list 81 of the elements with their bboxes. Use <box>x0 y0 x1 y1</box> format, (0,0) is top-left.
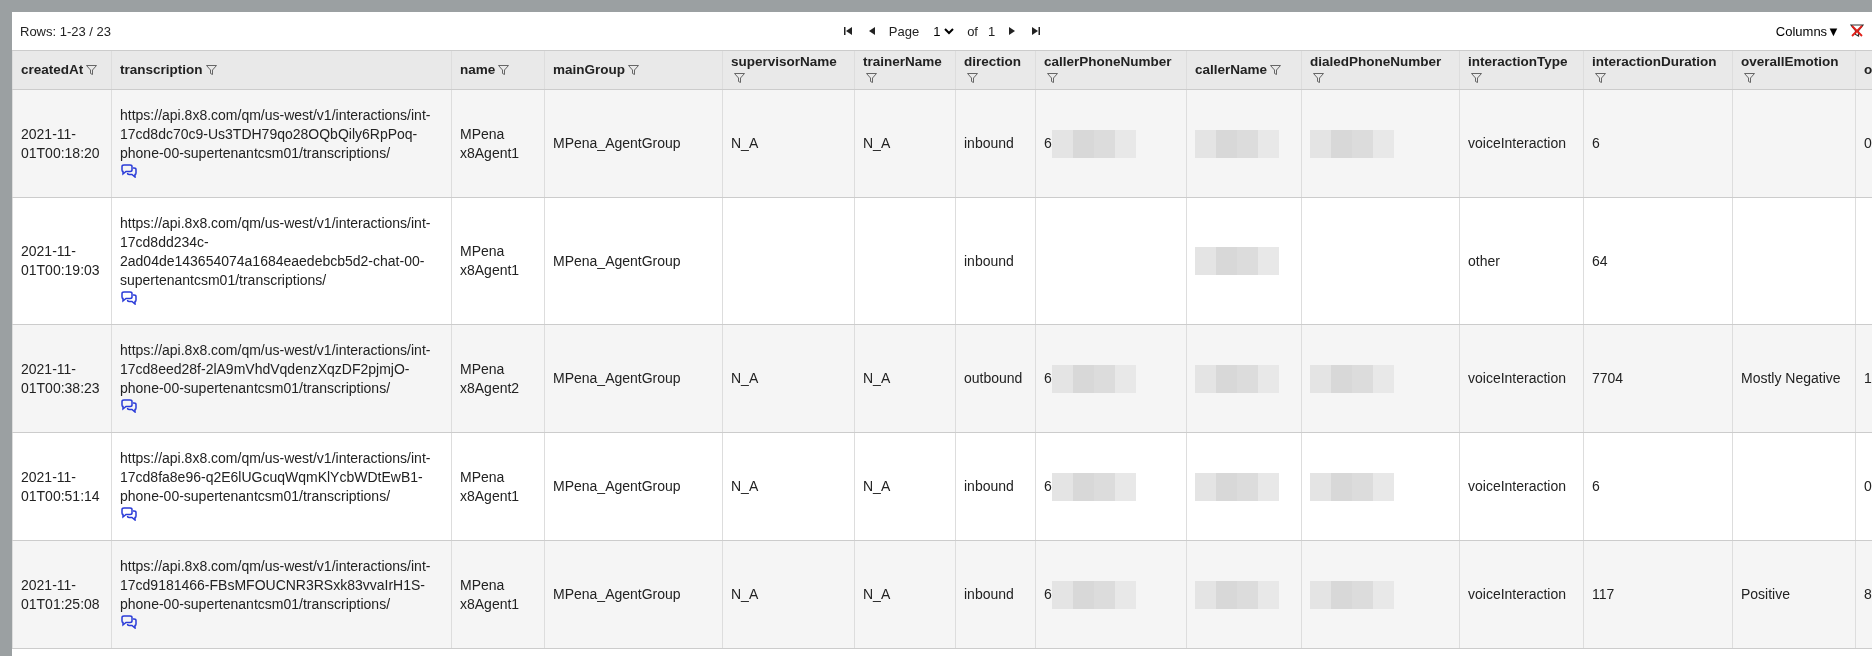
table-cell: 2021-11-01T00:18:20 <box>21 125 100 161</box>
filter-icon[interactable] <box>1270 65 1282 76</box>
table-cell: 2021-11-01T00:19:03 <box>21 243 100 278</box>
table-cell: inbound <box>964 135 1014 151</box>
table-cell: N_A <box>731 478 759 494</box>
column-header[interactable]: mainGroup <box>553 62 625 77</box>
filter-icon[interactable] <box>1471 73 1482 84</box>
table-cell: 8 <box>1864 586 1872 602</box>
chat-icon[interactable] <box>120 507 138 524</box>
table-cell: voiceInteraction <box>1468 370 1567 386</box>
table-cell: N_A <box>863 370 891 386</box>
table-cell: 1 <box>1864 370 1872 386</box>
column-header[interactable]: name <box>460 62 496 77</box>
chat-icon[interactable] <box>120 291 138 308</box>
table-cell: Mostly Negative <box>1741 370 1841 386</box>
table-cell: 2021-11-01T00:38:23 <box>21 360 100 396</box>
table-cell: 7704 <box>1592 370 1624 386</box>
table-cell: https://api.8x8.com/qm/us-west/v1/interactions/int-17cd8dc70c9-Us3TDH79qo28OQbQily6RpPoq-phone-00-supertenantcsm01/transcriptions/ <box>120 107 431 161</box>
filter-icon[interactable] <box>1313 73 1324 84</box>
chat-icon[interactable] <box>120 399 138 416</box>
table-cell: 6 <box>1044 134 1052 153</box>
filter-icon[interactable] <box>866 73 877 84</box>
page-count: 1 <box>988 23 996 39</box>
filter-icon[interactable] <box>86 65 98 76</box>
table-cell: outbound <box>964 370 1023 386</box>
clear-filter-icon[interactable] <box>1850 24 1864 38</box>
table-cell: voiceInteraction <box>1468 478 1567 494</box>
table-cell: N_A <box>731 586 759 602</box>
rows-count: Rows: 1-23 / 23 <box>20 23 112 39</box>
table-cell: voiceInteraction <box>1468 586 1567 602</box>
table-cell: https://api.8x8.com/qm/us-west/v1/interactions/int-17cd8fa8e96-q2E6lUGcuqWqmKlYcbWDtEwB1-phone-00-supertenantcsm01/transcriptions/ <box>120 450 431 504</box>
table-cell: MPena_AgentGroup <box>553 135 681 151</box>
of-label: of <box>967 23 978 39</box>
filter-icon[interactable] <box>1595 73 1606 84</box>
filter-icon[interactable] <box>967 73 978 84</box>
table-cell: voiceInteraction <box>1468 135 1567 151</box>
table-cell: inbound <box>964 252 1014 269</box>
table-cell: MPena_AgentGroup <box>553 478 681 494</box>
column-header[interactable]: transcription <box>120 62 203 77</box>
table-cell: MPena_AgentGroup <box>553 586 681 602</box>
table-cell: N_A <box>863 586 891 602</box>
table-cell: Positive <box>1741 586 1791 602</box>
chat-icon[interactable] <box>120 615 138 632</box>
table-cell: MPena_AgentGroup <box>553 252 681 269</box>
table-cell: 6 <box>1044 369 1052 388</box>
table-cell: MPena_AgentGroup <box>553 370 681 386</box>
table-cell: 117 <box>1592 586 1615 602</box>
filter-icon[interactable] <box>628 65 639 76</box>
table-cell: 2021-11-01T01:25:08 <box>21 576 100 612</box>
table-cell: 2021-11-01T00:51:14 <box>21 468 100 504</box>
column-header[interactable]: o <box>1864 62 1872 77</box>
table-cell: inbound <box>964 478 1014 494</box>
filter-icon[interactable] <box>205 65 217 76</box>
page-label: Page <box>888 23 920 39</box>
table-cell: https://api.8x8.com/qm/us-west/v1/interactions/int-17cd8eed28f-2lA9mVhdVqdenzXqzDF2pjmjO-phone-00-supertenantcsm01/transcriptions/ <box>120 342 431 396</box>
filter-icon[interactable] <box>1744 73 1755 84</box>
table-cell: N_A <box>731 370 759 386</box>
table-cell: N_A <box>863 135 891 151</box>
table-cell: N_A <box>863 478 891 494</box>
columns-button[interactable]: Columns▼ <box>1773 21 1842 41</box>
table-cell: other <box>1468 252 1500 269</box>
table-cell: https://api.8x8.com/qm/us-west/v1/interactions/int-17cd8dd234c-2ad04de143654074a1684eaedebcb5d2-chat-00-supertenantcsm01/transcriptions/ <box>120 215 431 288</box>
table-cell: https://api.8x8.com/qm/us-west/v1/interactions/int-17cd9181466-FBsMFOUCNR3RSxk83vvaIrH1S-phone-00-supertenantcsm01/transcriptions/ <box>120 558 431 612</box>
table-cell: N_A <box>731 135 759 151</box>
table-cell: 6 <box>1592 478 1600 494</box>
table-cell: 0 <box>1864 478 1872 494</box>
table-cell: 6 <box>1044 477 1052 496</box>
filter-icon[interactable] <box>1047 73 1058 84</box>
table-cell: inbound <box>964 586 1014 602</box>
table-cell: 0 <box>1864 135 1872 151</box>
table-cell: MPena x8Agent2 <box>460 360 520 396</box>
table-cell: 6 <box>1044 585 1052 604</box>
filter-icon[interactable] <box>734 73 745 84</box>
table-cell: MPena x8Agent1 <box>460 243 520 278</box>
table-cell: MPena x8Agent1 <box>460 125 520 161</box>
table-cell: MPena x8Agent1 <box>460 468 520 504</box>
table-cell: 6 <box>1592 135 1600 151</box>
table-cell: 64 <box>1592 252 1608 269</box>
chat-icon[interactable] <box>120 164 138 181</box>
table-cell: MPena x8Agent1 <box>460 576 520 612</box>
filter-icon[interactable] <box>498 65 510 76</box>
